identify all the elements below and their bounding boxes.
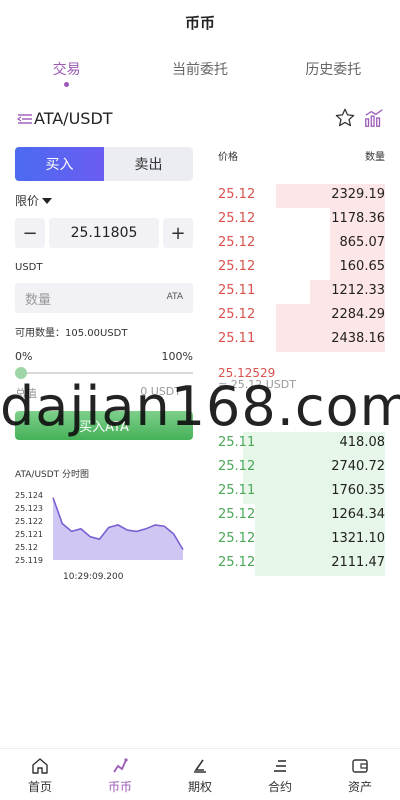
available-balance: 可用数量：105.00USDT <box>15 328 128 339</box>
page-title: 币币 <box>184 13 215 32</box>
ask-price: 25.12 <box>218 307 256 322</box>
bid-price: 25.11 <box>218 483 256 498</box>
time-share-chart: 25.124 25.123 25.122 25.121 25.12 25.119 10:29… <box>15 491 184 582</box>
amount-unit: ATA <box>166 292 183 302</box>
amount-input[interactable]: 数量 ATA <box>15 283 193 313</box>
percent-min: 0% <box>15 350 33 363</box>
options-icon <box>194 759 206 773</box>
y-tick-label: 25.12 <box>15 543 38 552</box>
bid-row[interactable]: 25.12 1321.10 <box>218 528 385 552</box>
kline-chart-icon[interactable] <box>363 107 385 129</box>
bid-row[interactable]: 25.12 1264.34 <box>218 504 385 528</box>
nav-home-label: 首页 <box>27 780 52 794</box>
amount-placeholder: 数量 <box>25 293 52 308</box>
price-area <box>53 497 183 560</box>
ask-row[interactable]: 25.12 2329.19 <box>218 184 385 208</box>
orderbook-qty-header: 数量 <box>365 152 385 163</box>
nav-coin-trade-label: 币币 <box>107 780 132 794</box>
price-input[interactable]: 25.11805 <box>49 218 159 248</box>
price-stepper: − 25.11805 + <box>15 218 193 248</box>
y-tick-label: 25.123 <box>15 504 43 513</box>
nav-contract[interactable]: 合约 <box>240 749 320 800</box>
ask-row[interactable]: 25.12 865.07 <box>218 232 385 256</box>
quote-unit-label: USDT <box>15 262 43 273</box>
ask-qty: 865.07 <box>339 235 386 250</box>
y-tick-label: 25.124 <box>15 491 43 500</box>
ask-qty: 2329.19 <box>331 187 385 202</box>
time-axis-label: 10:29:09.200 <box>63 572 124 582</box>
wallet-icon <box>352 759 368 773</box>
bid-row[interactable]: 25.11 1760.35 <box>218 480 385 504</box>
ask-price: 25.12 <box>218 211 256 226</box>
nav-assets-label: 资产 <box>347 780 372 794</box>
orderbook-price-header: 价格 <box>218 152 238 163</box>
star-icon[interactable] <box>334 107 356 129</box>
ask-qty: 160.65 <box>339 259 386 274</box>
ask-price: 25.12 <box>218 235 256 250</box>
pair-name[interactable]: ATA/USDT <box>34 109 113 128</box>
order-type-select[interactable]: 限价 <box>15 192 53 209</box>
nav-assets[interactable]: 资产 <box>320 749 400 800</box>
mini-chart-title: ATA/USDT 分时图 <box>15 470 90 480</box>
ask-row[interactable]: 25.12 2284.29 <box>218 304 385 328</box>
nav-options[interactable]: 期权 <box>160 749 240 800</box>
home-icon <box>32 758 48 774</box>
nav-options-label: 期权 <box>187 780 212 794</box>
tab-current-orders[interactable]: 当前委托 <box>133 52 266 92</box>
contract-icon <box>274 760 286 772</box>
bid-row[interactable]: 25.12 2740.72 <box>218 456 385 480</box>
nav-contract-label: 合约 <box>267 780 292 794</box>
ask-row[interactable]: 25.12 1178.36 <box>218 208 385 232</box>
list-toggle-icon[interactable] <box>16 110 34 128</box>
caret-down-icon <box>42 197 53 204</box>
nav-home[interactable]: 首页 <box>0 749 80 800</box>
active-tab-indicator <box>64 82 70 87</box>
watermark: dajian168.com <box>0 375 400 438</box>
y-tick-label: 25.119 <box>15 556 43 565</box>
ask-qty: 1178.36 <box>331 211 385 226</box>
price-decrement-button[interactable]: − <box>15 218 45 248</box>
y-tick-label: 25.122 <box>15 517 43 526</box>
pair-row: ATA/USDT <box>0 106 400 132</box>
nav-coin-trade[interactable]: 币币 <box>80 749 160 800</box>
bid-price: 25.12 <box>218 507 256 522</box>
tab-history-orders-label: 历史委托 <box>305 62 362 78</box>
bid-qty: 1264.34 <box>331 507 385 522</box>
bid-qty: 1760.35 <box>331 483 385 498</box>
bottom-nav: 首页 币币 期权 合约 资产 <box>0 748 400 800</box>
sell-toggle-button[interactable]: 卖出 <box>104 147 193 181</box>
bid-price: 25.12 <box>218 555 256 570</box>
tab-trade[interactable]: 交易 <box>0 52 133 92</box>
ask-qty: 1212.33 <box>331 283 385 298</box>
ask-row[interactable]: 25.12 160.65 <box>218 256 385 280</box>
buy-sell-toggle: 买入 卖出 <box>15 147 193 181</box>
buy-toggle-button[interactable]: 买入 <box>15 147 104 181</box>
price-increment-button[interactable]: + <box>163 218 193 248</box>
order-type-label: 限价 <box>15 194 40 208</box>
ask-price: 25.12 <box>218 259 256 274</box>
bid-qty: 2740.72 <box>331 459 385 474</box>
bid-qty: 2111.47 <box>331 555 385 570</box>
ask-row[interactable]: 25.11 1212.33 <box>218 280 385 304</box>
tab-history-orders[interactable]: 历史委托 <box>267 52 400 92</box>
ask-price: 25.11 <box>218 331 256 346</box>
tab-current-orders-label: 当前委托 <box>171 62 228 78</box>
y-tick-label: 25.121 <box>15 530 43 539</box>
ask-row[interactable]: 25.11 2438.16 <box>218 328 385 352</box>
coin-trade-icon <box>113 758 128 773</box>
tab-trade-label: 交易 <box>52 62 81 78</box>
percent-max: 100% <box>161 350 193 363</box>
bid-price: 25.12 <box>218 459 256 474</box>
ask-price: 25.11 <box>218 283 256 298</box>
ask-qty: 2438.16 <box>331 331 385 346</box>
bid-row[interactable]: 25.12 2111.47 <box>218 552 385 576</box>
bid-price: 25.12 <box>218 531 256 546</box>
ask-price: 25.12 <box>218 187 256 202</box>
tab-bar: 交易 当前委托 历史委托 <box>0 52 400 92</box>
header: 币币 <box>0 0 400 44</box>
bid-qty: 1321.10 <box>331 531 385 546</box>
ask-qty: 2284.29 <box>331 307 385 322</box>
